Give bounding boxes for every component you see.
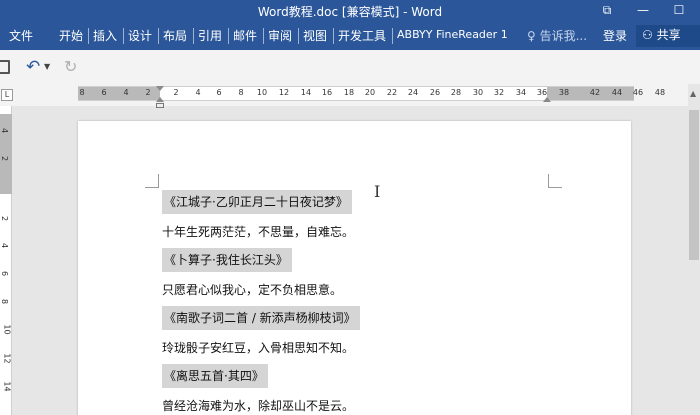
ruler-tick-label: 2 [145,88,151,97]
ruler-tick-label: 4 [0,127,10,134]
tab-references[interactable]: 引用 [198,27,222,44]
tab-separator [298,28,299,44]
ruler-tick-label: 42 [589,88,601,97]
ruler-tick-label: 30 [472,88,484,97]
ruler-tick-label: 4 [0,242,10,249]
ruler-tick-label: 26 [429,88,441,97]
text-cursor-icon: I [374,182,381,201]
document-page[interactable]: I 《江城子·乙卯正月二十日夜记梦》 十年生死两茫茫，不思量，自难忘。 《卜算子… [78,121,631,415]
poem-title[interactable]: 《卜算子·我住长江头》 [162,248,292,272]
ruler-tick-label: 8 [0,298,10,305]
right-indent-marker[interactable] [543,97,551,102]
tab-selector[interactable]: L [1,89,13,101]
person-icon: ⚇ [642,28,657,42]
tab-separator [158,28,159,44]
tab-separator [263,28,264,44]
tab-separator [88,28,89,44]
poem-line[interactable]: 只愿君心似我心，定不负相思意。 [162,281,342,298]
ribbon-tab-bar: 文件 开始 插入 设计 布局 引用 邮件 审阅 视图 开发工具 ABBYY Fi… [0,22,700,50]
poem-line[interactable]: 玲珑骰子安红豆，入骨相思知不知。 [162,339,354,356]
undo-dropdown-icon[interactable]: ▼ [44,62,50,71]
ruler-tick-label: 28 [450,88,462,97]
ruler-tick-label: 32 [493,88,505,97]
poem-title[interactable]: 《江城子·乙卯正月二十日夜记梦》 [162,190,352,214]
ruler-tick-label: 44 [611,88,623,97]
ruler-tick-label: 2 [173,88,179,97]
title-bar: Word教程.doc [兼容模式] - Word ⧉ — ☐ [0,0,700,22]
ruler-tick-label: 12 [2,353,12,364]
poem-line[interactable]: 十年生死两茫茫，不思量，自难忘。 [162,223,354,240]
tab-separator [228,28,229,44]
ruler-tick-label: 6 [101,88,107,97]
login-button[interactable]: 登录 [603,27,627,44]
ruler-tick-label: 2 [0,215,10,222]
vertical-scrollbar[interactable]: ▲ [688,84,700,415]
tab-insert[interactable]: 插入 [93,27,117,44]
poem-title[interactable]: 《离思五首·其四》 [162,364,268,388]
ruler-tick-label: 48 [654,88,666,97]
ruler-tick-label: 22 [386,88,398,97]
tell-me-search[interactable]: ♀ 告诉我... [527,27,587,44]
ruler-tick-label: 4 [195,88,201,97]
tab-separator [392,28,393,44]
tab-file[interactable]: 文件 [9,27,33,44]
maximize-icon[interactable]: ☐ [664,0,694,22]
tab-layout[interactable]: 布局 [163,27,187,44]
ribbon-options-icon[interactable]: ⧉ [592,0,622,22]
ruler-area: L 8 6 4 2 2 4 6 8 10 12 14 16 18 20 22 24 26 28 30 32 34 36 38… [0,84,700,108]
ruler-tick-label: 12 [278,88,290,97]
ruler-tick-label: 8 [238,88,244,97]
crop-mark-top-right [548,174,562,188]
ruler-tick-label: 14 [300,88,312,97]
ruler-tick-label: 16 [321,88,333,97]
ruler-tick-label: 24 [407,88,419,97]
scroll-up-icon[interactable]: ▲ [690,89,696,98]
undo-icon[interactable]: ↶ [26,57,40,77]
save-icon[interactable] [0,60,10,74]
scrollbar-thumb[interactable] [689,110,699,260]
quick-access-toolbar: ↶ ▼ ↻ [0,50,700,84]
first-line-indent-marker[interactable] [156,86,164,91]
minimize-icon[interactable]: — [628,0,658,22]
hanging-indent-marker[interactable] [156,97,164,102]
tab-home[interactable]: 开始 [59,27,83,44]
ruler-tick-label: 6 [0,270,10,277]
left-indent-marker[interactable] [156,103,164,108]
ruler-tick-label: 14 [2,381,12,392]
top-margin-zone [0,114,12,194]
ruler-tick-label: 18 [343,88,355,97]
ruler-tick-label: 10 [256,88,268,97]
tab-view[interactable]: 视图 [303,27,327,44]
share-button[interactable]: ⚇ 共享 [636,25,700,47]
tab-mailings[interactable]: 邮件 [233,27,257,44]
poem-line[interactable]: 曾经沧海难为水，除却巫山不是云。 [162,397,354,414]
vertical-ruler[interactable]: 4 2 2 4 6 8 10 12 14 [0,106,12,415]
ruler-tick-label: 20 [364,88,376,97]
ruler-tick-label: 38 [558,88,570,97]
ruler-tick-label: 4 [123,88,129,97]
ruler-tick-label: 34 [515,88,527,97]
crop-mark-top-left [145,174,159,188]
tab-abbyy[interactable]: ABBYY FineReader 1 [397,28,508,41]
tab-separator [193,28,194,44]
tab-separator [123,28,124,44]
tab-review[interactable]: 审阅 [268,27,292,44]
tab-developer[interactable]: 开发工具 [338,27,386,44]
ruler-tick-label: 46 [632,88,644,97]
tab-separator [333,28,334,44]
poem-title[interactable]: 《南歌子词二首 / 新添声杨柳枝词》 [162,306,360,330]
lightbulb-icon: ♀ [527,29,540,43]
ruler-tick-label: 10 [2,324,12,335]
tab-design[interactable]: 设计 [128,27,152,44]
ruler-tick-label: 8 [79,88,85,97]
ruler-tick-label: 2 [0,155,10,162]
ruler-tick-label: 36 [536,88,548,97]
redo-icon[interactable]: ↻ [64,57,77,76]
horizontal-ruler[interactable]: 8 6 4 2 2 4 6 8 10 12 14 16 18 20 22 24 26 28 30 32 34 36 38 42… [78,86,665,108]
ruler-tick-label: 6 [216,88,222,97]
